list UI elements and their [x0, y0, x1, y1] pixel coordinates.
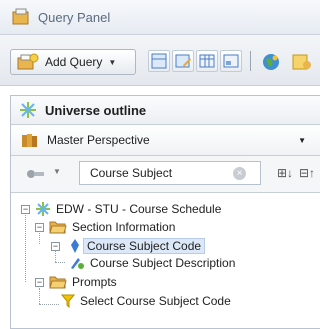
- view-query-button[interactable]: [172, 50, 194, 72]
- universe-outline-panel: Universe outline Master Perspective ▼ ▼ …: [10, 95, 320, 329]
- add-query-button[interactable]: Add Query ▼: [10, 49, 136, 75]
- tree-prompts-label: Prompts: [72, 275, 117, 289]
- expand-all-icon[interactable]: ⊞↓: [277, 166, 293, 180]
- add-query-label: Add Query: [45, 55, 103, 69]
- tree-item-code-label: Course Subject Code: [83, 238, 206, 254]
- view-structure-button[interactable]: [148, 50, 170, 72]
- tree-root-label: EDW - STU - Course Schedule: [56, 202, 222, 216]
- dimension-icon: [71, 239, 79, 253]
- table-icon: [199, 54, 215, 68]
- tree-prompt-item-label: Select Course Subject Code: [80, 294, 231, 308]
- chevron-down-icon[interactable]: ▼: [53, 167, 61, 176]
- prompt-filter-icon: [61, 294, 75, 308]
- collapse-icon[interactable]: −: [21, 205, 30, 214]
- tree-node-course-subject-description[interactable]: Course Subject Description: [11, 254, 235, 272]
- collapse-icon[interactable]: −: [51, 242, 60, 251]
- globe-icon: [263, 54, 279, 70]
- add-query-icon: [17, 53, 39, 70]
- chevron-down-icon: ▼: [298, 136, 306, 145]
- filter-icon[interactable]: [25, 166, 47, 182]
- search-bar: ▼ × ⊞↓ ⊟↑: [11, 156, 320, 193]
- universe-icon: [36, 202, 50, 216]
- perspective-label: Master Perspective: [47, 133, 150, 147]
- toolbar-separator: [250, 51, 251, 71]
- structure-icon: [151, 53, 167, 69]
- view-table-button[interactable]: [196, 50, 218, 72]
- collapse-all-icon[interactable]: ⊟↑: [299, 166, 315, 180]
- collapse-icon[interactable]: −: [35, 223, 44, 232]
- chevron-down-icon: ▼: [108, 57, 117, 67]
- refresh-button[interactable]: [290, 51, 312, 76]
- universe-icon: [20, 102, 36, 118]
- tree-node-course-subject-code[interactable]: − Course Subject Code: [11, 237, 206, 255]
- universe-outline-title: Universe outline: [45, 102, 147, 118]
- tree-node-root[interactable]: − EDW - STU - Course Schedule: [11, 200, 221, 218]
- tree-node-prompts[interactable]: − Prompts: [11, 273, 117, 291]
- query-edit-icon: [175, 54, 191, 68]
- refresh-icon: [292, 54, 311, 70]
- toolbar: Add Query ▼: [0, 35, 320, 86]
- perspective-dropdown[interactable]: Master Perspective ▼: [11, 125, 320, 156]
- universe-button[interactable]: [260, 51, 282, 76]
- tree-node-select-course-subject-code[interactable]: Select Course Subject Code: [11, 292, 231, 310]
- universe-outline-header: Universe outline: [11, 96, 320, 125]
- folder-open-icon: [49, 276, 67, 289]
- tree-item-desc-label: Course Subject Description: [90, 256, 236, 270]
- tree-node-section-information[interactable]: − Section Information: [11, 218, 175, 236]
- attribute-icon: [71, 258, 84, 269]
- view-layout-button[interactable]: [220, 50, 242, 72]
- books-icon: [22, 134, 37, 147]
- tree-section-label: Section Information: [72, 220, 176, 234]
- query-panel-titlebar: Query Panel: [0, 0, 320, 35]
- window-title: Query Panel: [38, 9, 111, 25]
- layout-icon: [223, 54, 239, 68]
- folder-open-icon: [49, 221, 67, 234]
- collapse-icon[interactable]: −: [35, 278, 44, 287]
- clear-search-icon[interactable]: ×: [233, 167, 246, 180]
- query-panel-icon: [12, 8, 29, 25]
